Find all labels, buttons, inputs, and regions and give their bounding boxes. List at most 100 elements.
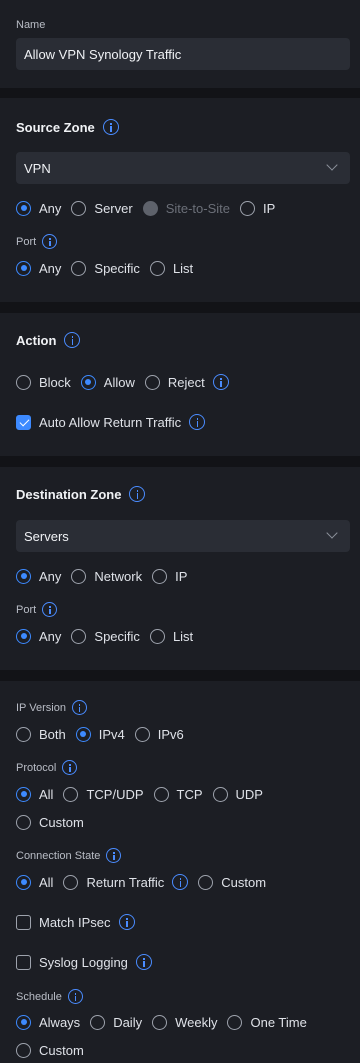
name-input[interactable]: Allow VPN Synology Traffic bbox=[16, 38, 350, 70]
schedule-custom[interactable]: Custom bbox=[16, 1042, 84, 1058]
connection-state-label-row: Connection State bbox=[16, 848, 122, 863]
radio-selected-icon bbox=[16, 568, 31, 584]
info-icon[interactable] bbox=[129, 486, 146, 502]
protocol-all[interactable]: All bbox=[16, 786, 53, 802]
source-zone-server[interactable]: Server bbox=[71, 200, 133, 216]
destination-zone-select[interactable]: Servers bbox=[16, 520, 350, 552]
protocol-udp[interactable]: UDP bbox=[212, 786, 263, 802]
destination-zone-ip[interactable]: IP bbox=[152, 568, 187, 584]
action-options: Block Allow Reject bbox=[16, 373, 239, 391]
action-block[interactable]: Block bbox=[16, 374, 71, 390]
source-zone-site-to-site: Site-to-Site bbox=[142, 200, 230, 216]
info-icon[interactable] bbox=[172, 874, 189, 890]
source-zone-select[interactable]: VPN bbox=[16, 152, 350, 184]
connection-state-options: All Return Traffic Custom bbox=[16, 873, 276, 891]
radio-icon bbox=[149, 260, 165, 276]
action-card: Action Block Allow Reject Auto Allow Ret… bbox=[0, 313, 360, 456]
source-zone-selected: VPN bbox=[24, 160, 51, 176]
info-icon[interactable] bbox=[42, 234, 58, 249]
info-icon[interactable] bbox=[212, 374, 229, 390]
schedule-label: Schedule bbox=[16, 990, 62, 1003]
radio-icon bbox=[149, 628, 165, 644]
syslog-logging-checkbox[interactable]: Syslog Logging bbox=[16, 954, 152, 970]
destination-port-label: Port bbox=[16, 603, 37, 616]
schedule-daily[interactable]: Daily bbox=[90, 1014, 142, 1030]
radio-icon bbox=[240, 200, 256, 216]
ip-version-both[interactable]: Both bbox=[16, 726, 66, 742]
protocol-custom[interactable]: Custom bbox=[16, 814, 84, 830]
protocol-options: All TCP/UDP TCP UDP bbox=[16, 785, 273, 803]
auto-allow-return-row: Auto Allow Return Traffic bbox=[16, 413, 215, 431]
ip-version-label-row: IP Version bbox=[16, 700, 87, 715]
source-port-options: Any Specific List bbox=[16, 259, 203, 277]
radio-selected-icon bbox=[16, 628, 31, 644]
info-icon[interactable] bbox=[118, 914, 135, 930]
checkbox-icon bbox=[16, 954, 31, 970]
ip-version-ipv6[interactable]: IPv6 bbox=[134, 726, 184, 742]
connection-state-all[interactable]: All bbox=[16, 874, 53, 890]
chevron-down-icon bbox=[326, 527, 338, 539]
action-allow[interactable]: Allow bbox=[80, 374, 135, 390]
radio-icon bbox=[212, 786, 228, 802]
destination-zone-options: Any Network IP bbox=[16, 567, 197, 585]
source-port-label: Port bbox=[16, 235, 37, 248]
protocol-tcp[interactable]: TCP bbox=[153, 786, 203, 802]
radio-icon bbox=[71, 568, 87, 584]
destination-port-list[interactable]: List bbox=[149, 628, 193, 644]
schedule-weekly[interactable]: Weekly bbox=[152, 1014, 217, 1030]
destination-zone-network[interactable]: Network bbox=[71, 568, 142, 584]
info-icon[interactable] bbox=[189, 414, 206, 430]
info-icon[interactable] bbox=[62, 760, 78, 775]
destination-port-specific[interactable]: Specific bbox=[71, 628, 140, 644]
radio-icon bbox=[63, 786, 79, 802]
radio-icon bbox=[153, 786, 169, 802]
destination-port-label-row: Port bbox=[16, 602, 58, 617]
source-port-list[interactable]: List bbox=[149, 260, 193, 276]
destination-zone-heading: Destination Zone bbox=[16, 486, 146, 502]
name-label: Name bbox=[16, 19, 46, 31]
source-zone-any[interactable]: Any bbox=[16, 200, 61, 216]
info-icon[interactable] bbox=[64, 332, 81, 348]
radio-selected-icon bbox=[16, 1014, 31, 1030]
protocol-label-row: Protocol bbox=[16, 760, 78, 775]
protocol-options-row2: Custom bbox=[16, 813, 94, 831]
action-heading: Action bbox=[16, 332, 81, 348]
info-icon[interactable] bbox=[42, 602, 58, 617]
source-port-specific[interactable]: Specific bbox=[71, 260, 140, 276]
schedule-always[interactable]: Always bbox=[16, 1014, 80, 1030]
info-icon[interactable] bbox=[67, 989, 83, 1004]
match-ipsec-row: Match IPsec bbox=[16, 913, 145, 931]
connection-state-return-traffic[interactable]: Return Traffic bbox=[63, 874, 189, 890]
radio-selected-icon bbox=[80, 374, 96, 390]
info-icon[interactable] bbox=[71, 700, 87, 715]
source-zone-heading: Source Zone bbox=[16, 119, 119, 135]
radio-icon bbox=[71, 260, 87, 276]
info-icon[interactable] bbox=[102, 119, 119, 135]
info-icon[interactable] bbox=[106, 848, 122, 863]
info-icon[interactable] bbox=[135, 954, 152, 970]
schedule-one-time[interactable]: One Time bbox=[227, 1014, 307, 1030]
destination-zone-title: Destination Zone bbox=[16, 486, 122, 502]
source-zone-ip[interactable]: IP bbox=[240, 200, 275, 216]
source-port-any[interactable]: Any bbox=[16, 260, 61, 276]
source-zone-card: Source Zone VPN Any Server Site-to-Site … bbox=[0, 98, 360, 302]
destination-zone-any[interactable]: Any bbox=[16, 568, 61, 584]
ip-version-ipv4[interactable]: IPv4 bbox=[75, 726, 125, 742]
source-zone-title: Source Zone bbox=[16, 119, 95, 135]
match-ipsec-checkbox[interactable]: Match IPsec bbox=[16, 914, 135, 930]
radio-icon bbox=[144, 374, 160, 390]
radio-icon bbox=[152, 1014, 168, 1030]
action-reject[interactable]: Reject bbox=[144, 374, 229, 390]
destination-port-any[interactable]: Any bbox=[16, 628, 61, 644]
connection-state-custom[interactable]: Custom bbox=[198, 874, 266, 890]
checkbox-icon bbox=[16, 914, 31, 930]
radio-icon bbox=[16, 1042, 31, 1058]
auto-allow-return-checkbox[interactable]: Auto Allow Return Traffic bbox=[16, 414, 206, 430]
schedule-options-row2: Custom bbox=[16, 1041, 94, 1059]
radio-selected-icon bbox=[75, 726, 91, 742]
radio-selected-icon bbox=[16, 786, 31, 802]
radio-icon bbox=[16, 814, 31, 830]
destination-zone-selected: Servers bbox=[24, 528, 69, 544]
protocol-tcp-udp[interactable]: TCP/UDP bbox=[63, 786, 144, 802]
radio-icon bbox=[152, 568, 168, 584]
